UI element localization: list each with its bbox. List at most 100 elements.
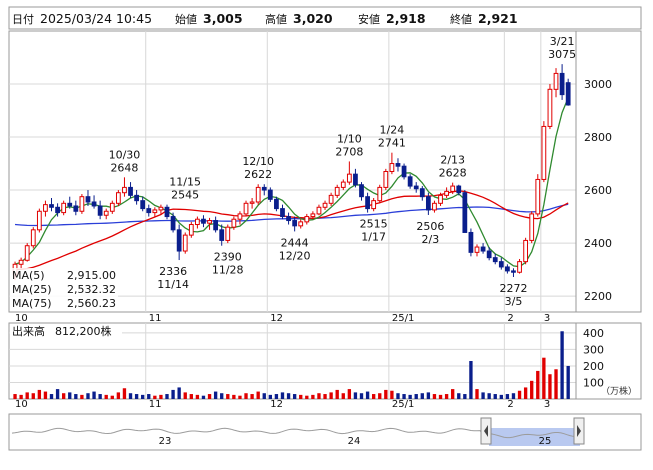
volume-bar — [517, 390, 522, 399]
navigator-right-handle[interactable] — [573, 417, 585, 445]
volume-bar — [92, 391, 96, 399]
svg-text:12/20: 12/20 — [279, 249, 311, 262]
x-tick-label: 2 — [507, 313, 513, 324]
volume-bar — [463, 394, 467, 399]
legend-ma25-value: 2,532.32 — [67, 283, 116, 296]
candle — [553, 68, 559, 98]
navigator-year-label: 25 — [539, 436, 552, 447]
svg-text:2708: 2708 — [335, 145, 363, 158]
volume-bar — [37, 389, 42, 399]
candle — [328, 192, 334, 206]
svg-text:11/15: 11/15 — [169, 176, 201, 189]
candle — [164, 204, 170, 220]
candle — [243, 200, 249, 217]
x-tick-label: 3 — [544, 399, 550, 410]
high-value: 3,020 — [293, 11, 333, 26]
volume-bar — [49, 394, 54, 399]
candle — [109, 200, 115, 214]
volume-bar — [207, 394, 212, 399]
candle — [547, 84, 553, 130]
x-tick-label: 11 — [149, 313, 162, 324]
legend-ma25-label: MA(25) — [12, 283, 52, 296]
svg-text:2/3: 2/3 — [422, 233, 440, 246]
candle — [122, 177, 127, 197]
candle — [353, 168, 358, 188]
candle — [505, 264, 510, 274]
price-annotation: 27411/24 — [378, 124, 406, 150]
svg-text:2741: 2741 — [378, 137, 406, 150]
candle — [24, 243, 30, 262]
volume-bar — [165, 394, 169, 399]
volume-bar — [457, 393, 461, 399]
candle — [73, 200, 79, 216]
volume-bar — [80, 394, 84, 399]
open-value: 3,005 — [203, 11, 243, 26]
volume-bar — [31, 393, 35, 399]
low-label: 安値 — [358, 12, 380, 26]
svg-text:2622: 2622 — [244, 168, 272, 181]
candle — [413, 182, 419, 193]
x-tick-label: 3 — [544, 313, 550, 324]
ma-legend: MA(5) 2,915.00 MA(25) 2,532.32 MA(75) 2,… — [10, 268, 118, 311]
datetime-value: 2025/03/24 10:45 — [40, 11, 152, 26]
volume-bar — [292, 394, 297, 399]
price-annotation: 22723/5 — [499, 282, 527, 308]
volume-bar — [286, 393, 291, 399]
price-tick-label: 2200 — [584, 290, 612, 303]
volume-value: 812,200株 — [55, 324, 112, 338]
candle — [377, 184, 383, 204]
volume-bar — [280, 392, 285, 399]
candle — [535, 174, 541, 217]
volume-bar — [329, 392, 333, 399]
candle — [456, 184, 462, 196]
navigator-year-label: 24 — [348, 436, 361, 447]
candle — [30, 227, 36, 249]
price-annotation: 27081/10 — [335, 132, 363, 158]
volume-bar — [323, 394, 327, 399]
volume-bar — [122, 388, 127, 399]
candle — [559, 64, 565, 100]
svg-text:2648: 2648 — [110, 161, 138, 174]
candle — [541, 121, 547, 183]
candle — [511, 268, 516, 278]
candle — [61, 200, 67, 216]
volume-bar — [238, 395, 242, 399]
x-tick-label: 10 — [15, 399, 28, 410]
price-axis: 2200 2400 2600 2800 3000 — [584, 78, 612, 303]
volume-bar — [256, 391, 260, 399]
navigator-left-handle[interactable] — [480, 417, 492, 445]
candle — [261, 184, 267, 196]
candle — [298, 219, 304, 229]
price-annotation: 239011/28 — [212, 251, 244, 277]
volume-bar — [171, 389, 175, 399]
volume-bar — [110, 395, 114, 399]
legend-ma5-label: MA(5) — [12, 269, 45, 282]
volume-bar — [371, 394, 376, 399]
volume-bar — [487, 393, 491, 399]
volume-tick-label: 200 — [583, 360, 604, 373]
volume-bar — [365, 391, 370, 399]
volume-bar — [317, 393, 321, 399]
x-tick-label: 11 — [149, 399, 162, 410]
price-annotation: 233611/14 — [157, 265, 189, 291]
svg-text:2545: 2545 — [171, 189, 199, 202]
candle — [267, 187, 273, 202]
candle — [103, 208, 109, 220]
close-value: 2,921 — [478, 11, 518, 26]
date-label: 日付 — [12, 13, 34, 26]
candle — [176, 224, 182, 261]
volume-bar — [220, 393, 224, 399]
svg-text:10/30: 10/30 — [109, 148, 141, 161]
volume-bar — [566, 365, 570, 399]
price-annotation: 254511/15 — [169, 176, 201, 202]
candle — [274, 196, 279, 212]
volume-bar — [536, 370, 540, 399]
volume-bar — [232, 394, 236, 399]
candle — [365, 192, 370, 213]
price-tick-label: 2600 — [584, 184, 612, 197]
volume-bar — [530, 380, 534, 399]
volume-bar — [438, 394, 443, 399]
legend-ma75-value: 2,560.23 — [67, 297, 116, 310]
volume-bar — [451, 389, 455, 399]
volume-bar — [444, 394, 449, 399]
